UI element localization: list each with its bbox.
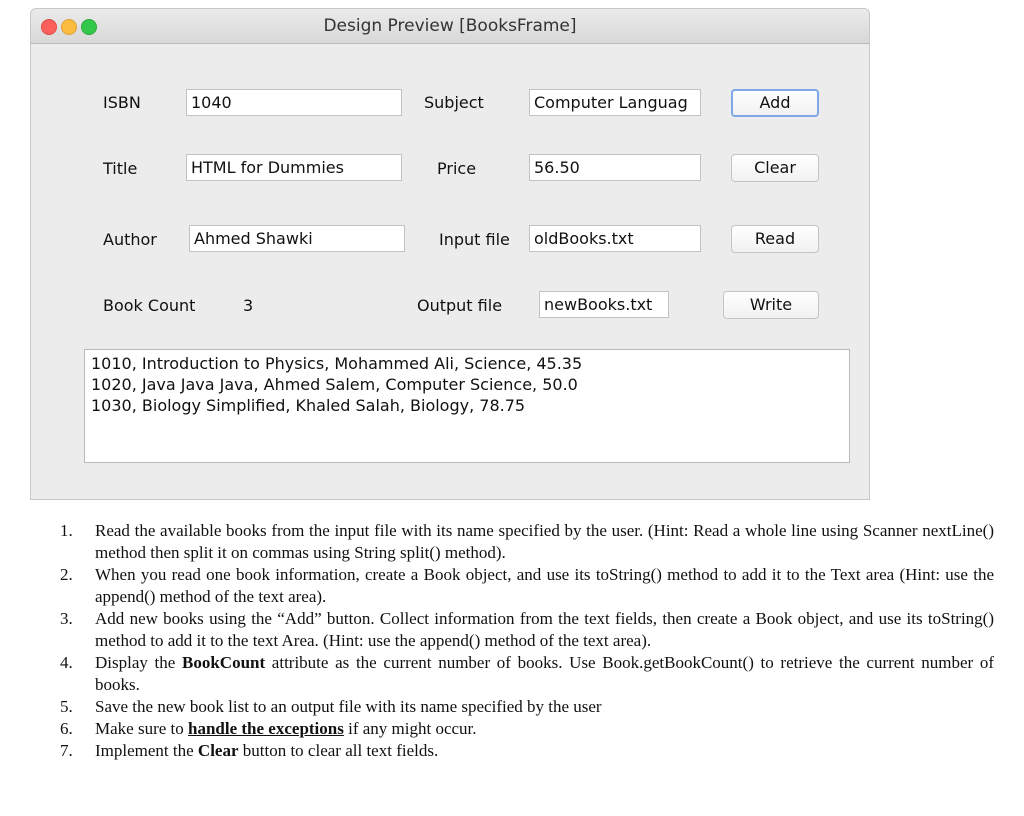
output-file-label: Output file xyxy=(417,296,502,315)
instruction-emphasis: Clear xyxy=(198,741,239,760)
instruction-item: 2. When you read one book information, cr… xyxy=(60,564,994,608)
subject-field[interactable]: Computer Languag xyxy=(529,89,701,116)
instruction-emphasis: handle the exceptions xyxy=(188,719,344,738)
form-panel: ISBN 1040 Subject Computer Languag Add T… xyxy=(31,43,869,501)
book-count-label: Book Count xyxy=(103,296,195,315)
instruction-number: 6. xyxy=(60,718,73,740)
clear-button[interactable]: Clear xyxy=(731,154,819,182)
instruction-text: Read the available books from the input … xyxy=(95,521,994,562)
instruction-number: 3. xyxy=(60,608,73,630)
output-file-field[interactable]: newBooks.txt xyxy=(539,291,669,318)
title-bar: Design Preview [BooksFrame] xyxy=(31,9,869,44)
instruction-text: Save the new book list to an output file… xyxy=(95,697,602,716)
instruction-text: Add new books using the “Add” button. Co… xyxy=(95,609,994,650)
instruction-text: When you read one book information, crea… xyxy=(95,565,994,606)
price-field[interactable]: 56.50 xyxy=(529,154,701,181)
instructions-list: 1. Read the available books from the inpu… xyxy=(60,520,994,762)
input-file-label: Input file xyxy=(439,230,510,249)
instruction-text: Display the xyxy=(95,653,182,672)
text-area-line: 1010, Introduction to Physics, Mohammed … xyxy=(91,353,843,374)
author-field[interactable]: Ahmed Shawki xyxy=(189,225,405,252)
instruction-item: 1. Read the available books from the inpu… xyxy=(60,520,994,564)
instruction-number: 5. xyxy=(60,696,73,718)
title-label: Title xyxy=(103,159,137,178)
input-file-field[interactable]: oldBooks.txt xyxy=(529,225,701,252)
instruction-text: button to clear all text fields. xyxy=(239,741,439,760)
instruction-emphasis: BookCount xyxy=(182,653,265,672)
write-button[interactable]: Write xyxy=(723,291,819,319)
book-count-value: 3 xyxy=(243,296,253,315)
read-button[interactable]: Read xyxy=(731,225,819,253)
isbn-field[interactable]: 1040 xyxy=(186,89,402,116)
instruction-item: 4.Display the BookCount attribute as the… xyxy=(60,652,994,696)
title-field[interactable]: HTML for Dummies xyxy=(186,154,402,181)
instruction-number: 7. xyxy=(60,740,73,762)
instruction-number: 1. xyxy=(60,520,73,542)
instruction-item: 3. Add new books using the “Add” button. … xyxy=(60,608,994,652)
instruction-number: 4. xyxy=(60,652,73,674)
books-text-area[interactable]: 1010, Introduction to Physics, Mohammed … xyxy=(84,349,850,463)
books-frame-window: Design Preview [BooksFrame] ISBN 1040 Su… xyxy=(30,8,870,500)
instruction-item: 6. Make sure to handle the exceptions if … xyxy=(60,718,994,740)
instruction-item: 5. Save the new book list to an output fi… xyxy=(60,696,994,718)
instruction-text: Make sure to xyxy=(95,719,188,738)
text-area-line: 1030, Biology Simplified, Khaled Salah, … xyxy=(91,395,843,416)
isbn-label: ISBN xyxy=(103,93,141,112)
window-title: Design Preview [BooksFrame] xyxy=(31,9,869,43)
instruction-text: if any might occur. xyxy=(344,719,477,738)
add-button[interactable]: Add xyxy=(731,89,819,117)
subject-label: Subject xyxy=(424,93,484,112)
text-area-line: 1020, Java Java Java, Ahmed Salem, Compu… xyxy=(91,374,843,395)
instruction-text: Implement the xyxy=(95,741,198,760)
instruction-item: 7. Implement the Clear button to clear al… xyxy=(60,740,994,762)
instruction-number: 2. xyxy=(60,564,73,586)
author-label: Author xyxy=(103,230,157,249)
price-label: Price xyxy=(437,159,476,178)
